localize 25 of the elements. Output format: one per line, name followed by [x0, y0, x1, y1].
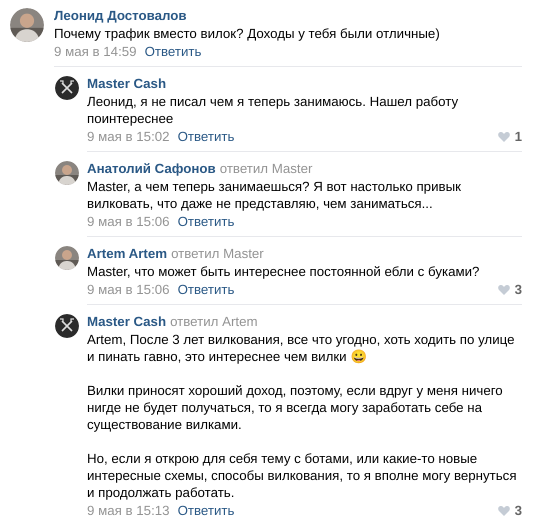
comment-text: Почему трафик вместо вилок? Доходы у тебя были отличные) [54, 25, 441, 42]
comment-text: Master, а чем теперь занимаешься? Я вот настолько привык вилковать, что даже не представляю, чем заниматься... [87, 178, 462, 212]
like-count: 3 [514, 281, 522, 298]
reply-link[interactable]: Ответить [144, 43, 202, 60]
heart-icon[interactable] [498, 505, 510, 516]
like-count: 1 [514, 128, 522, 145]
reply-link[interactable]: Ответить [178, 213, 234, 230]
reply-link[interactable]: Ответить [178, 502, 234, 519]
like-count: 3 [514, 502, 522, 519]
author-name[interactable]: Artem Artem [87, 246, 168, 261]
reply-link[interactable]: Ответить [178, 281, 234, 298]
crossed-forks-icon [55, 76, 79, 100]
author-name[interactable]: Анатолий Сафонов [87, 161, 216, 176]
author-name[interactable]: Master Cash [87, 76, 166, 91]
crossed-forks-icon [55, 314, 79, 338]
comment-text: Artem, После 3 лет вилкования, все что угодно, хоть ходить по улице и пинать гавно, это интереснее чем вилки 😀 [87, 331, 516, 365]
comment-text: Вилки приносят хороший доход, поэтому, если вдруг у меня ничего нигде не будет получаться, то я всегда могу заработать себе на существование вилками. [87, 382, 504, 433]
heart-icon[interactable] [498, 131, 510, 142]
author-name[interactable]: Master Cash [87, 314, 166, 329]
comment-text: Master, что может быть интереснее постоянной ебли с буками? [87, 263, 480, 280]
heart-icon[interactable] [498, 284, 510, 295]
reply-link[interactable]: Ответить [178, 128, 234, 145]
author-name[interactable]: Леонид Достовалов [54, 8, 187, 23]
comment-text: Леонид, я не писал чем я теперь занимаюсь. Нашел работу поинтереснее [87, 93, 460, 127]
comment-text: Но, если я открою для себя тему с ботами, или какие-то новые интересные схемы, способы вилкования, то я вполне могу вернуться и продолжать работать. [87, 450, 518, 501]
